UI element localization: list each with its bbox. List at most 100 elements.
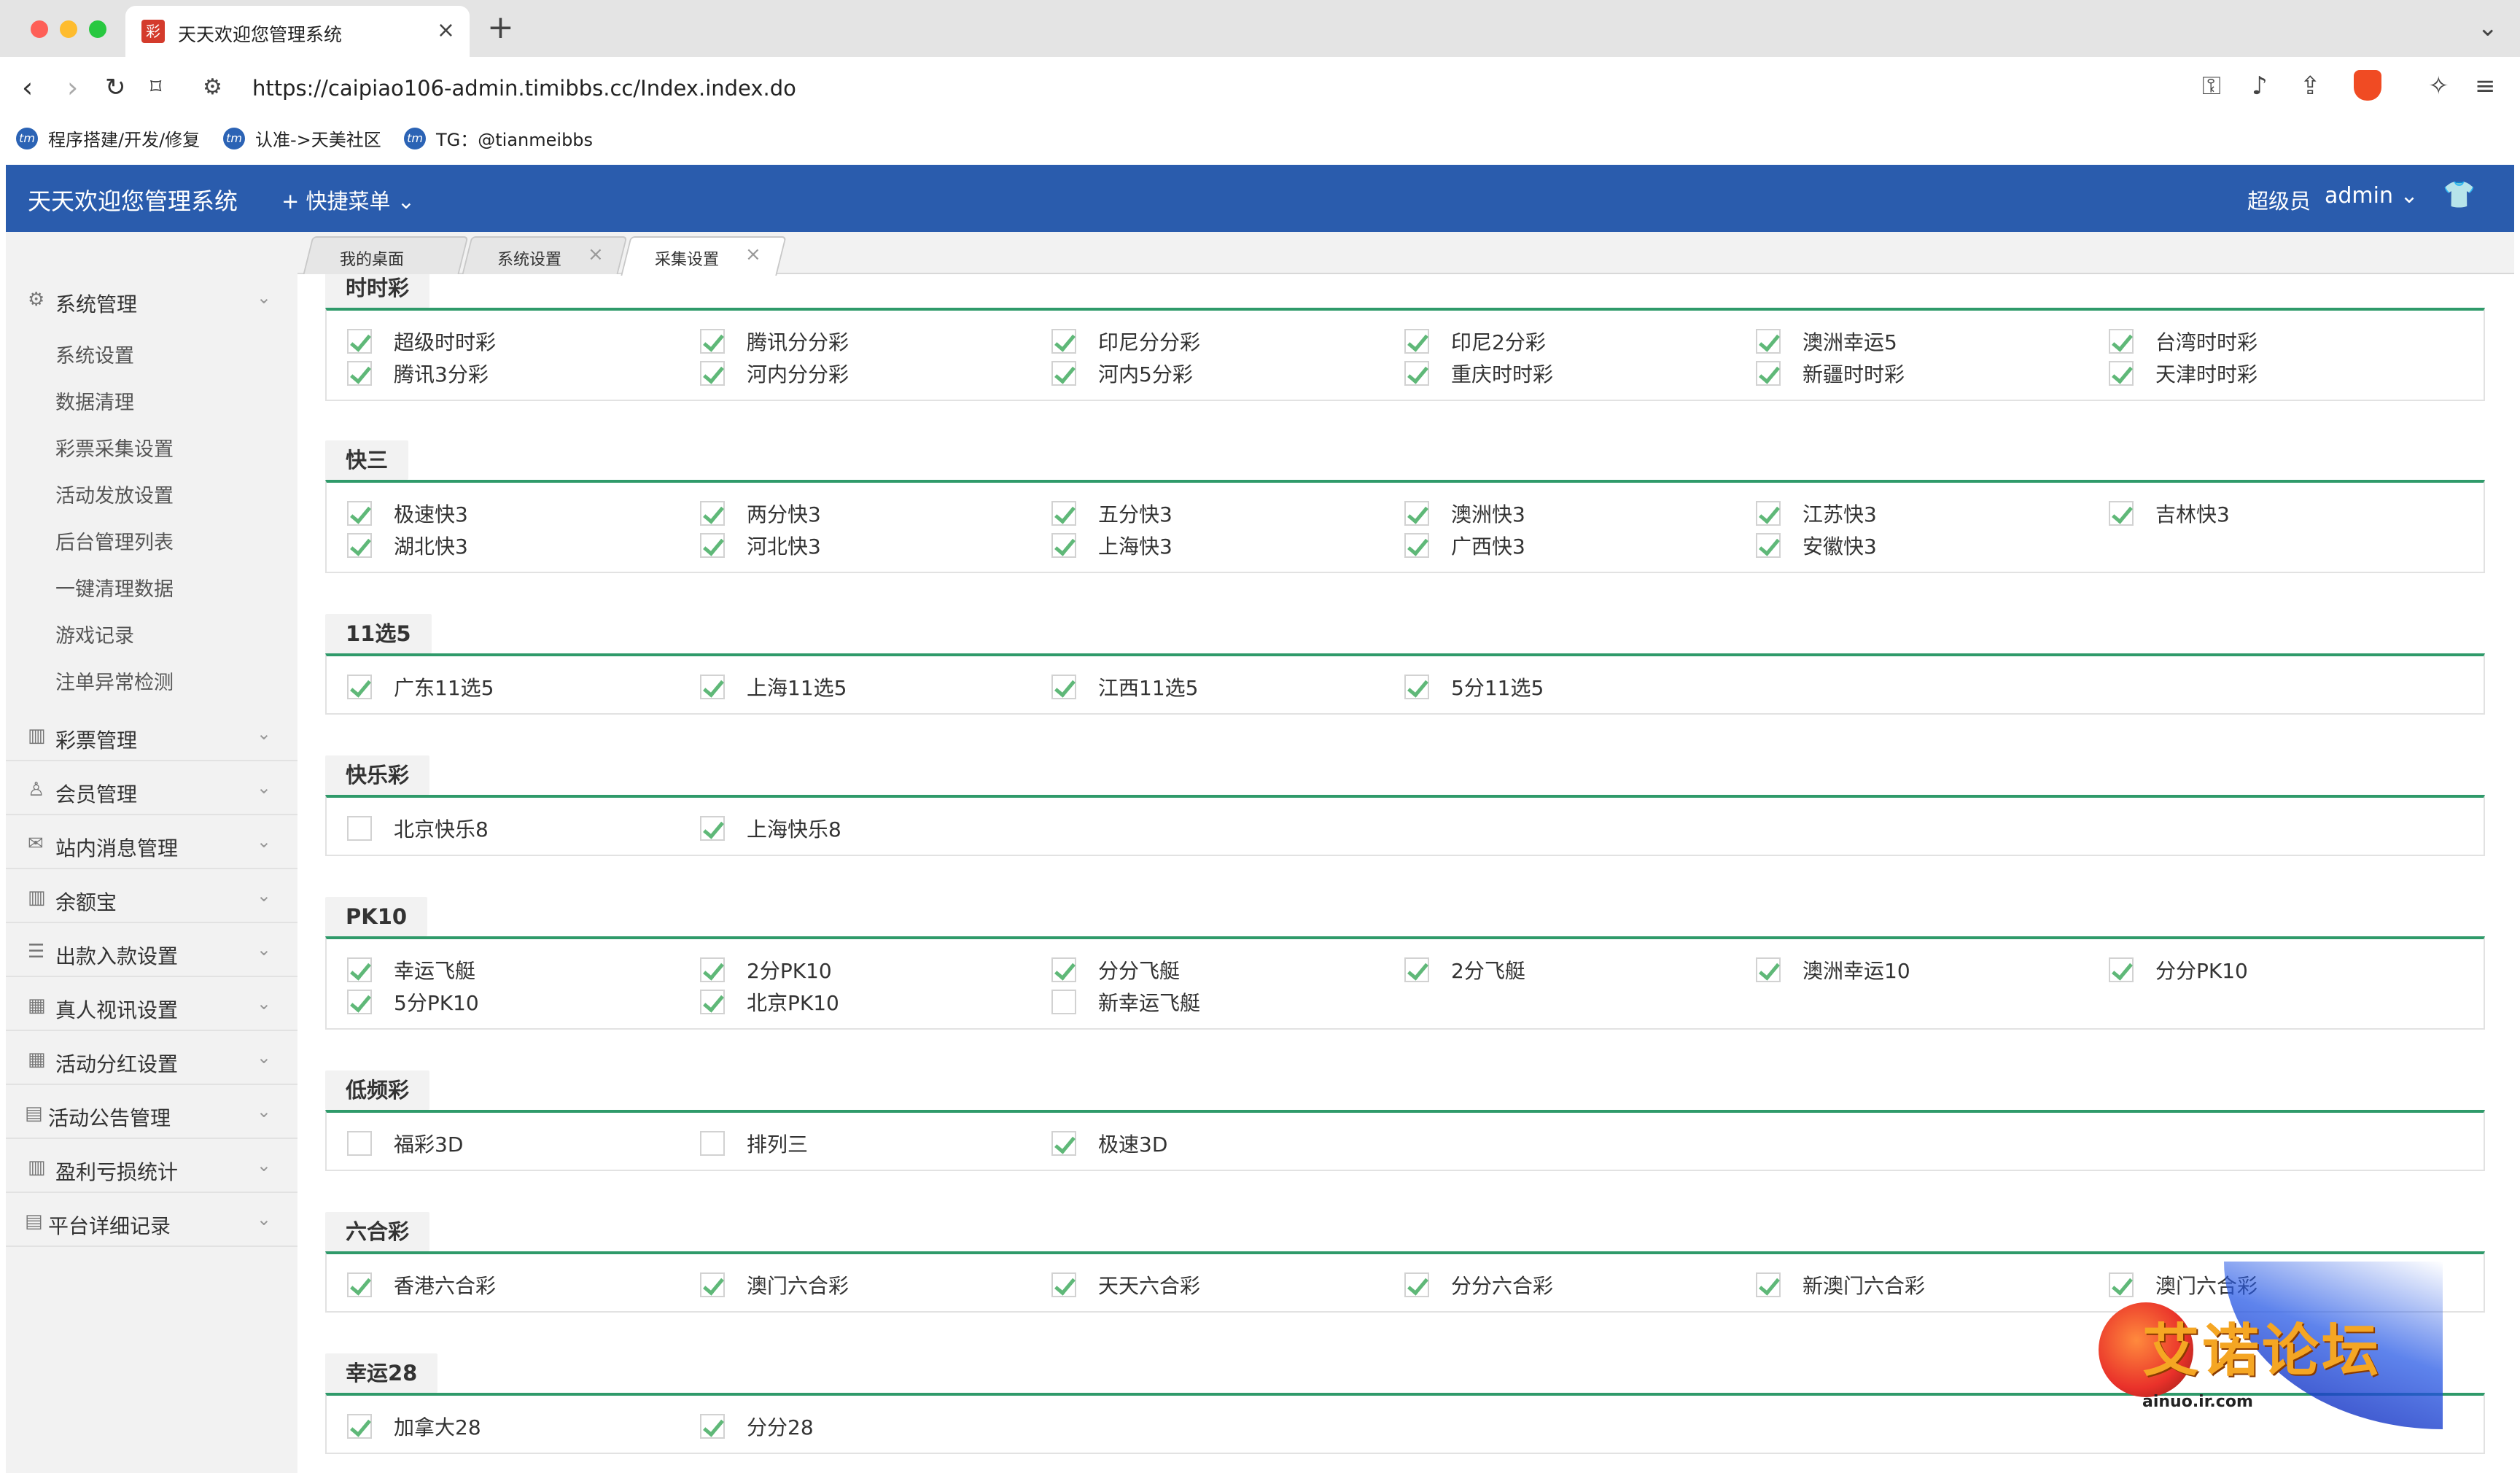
lottery-checkbox-item[interactable]: 澳洲幸运10 bbox=[1756, 955, 1910, 984]
checkbox-checked[interactable] bbox=[347, 990, 372, 1014]
checkbox-checked[interactable] bbox=[700, 1272, 725, 1297]
checkbox-checked[interactable] bbox=[1051, 533, 1076, 558]
lottery-checkbox-item[interactable]: 2分飞艇 bbox=[1404, 955, 1525, 984]
share-icon[interactable]: ⇪ bbox=[2300, 71, 2321, 101]
lottery-checkbox-item[interactable]: 安徽快3 bbox=[1756, 531, 1877, 560]
sidebar-item-bet-anomaly[interactable]: 注单异常检测 bbox=[55, 666, 174, 695]
checkbox-checked[interactable] bbox=[700, 675, 725, 699]
bookmark-item[interactable]: tm 程序搭建/开发/修复 bbox=[16, 125, 200, 151]
lottery-checkbox-item[interactable]: 河北快3 bbox=[700, 531, 821, 560]
checkbox-checked[interactable] bbox=[1051, 675, 1076, 699]
lottery-checkbox-item[interactable]: 河内分分彩 bbox=[700, 359, 849, 388]
checkbox-unchecked[interactable] bbox=[700, 1131, 725, 1156]
checkbox-checked[interactable] bbox=[1404, 957, 1429, 982]
lottery-checkbox-item[interactable]: 分分六合彩 bbox=[1404, 1270, 1553, 1299]
lottery-checkbox-item[interactable]: 排列三 bbox=[700, 1129, 808, 1158]
lottery-checkbox-item[interactable]: 广东11选5 bbox=[347, 672, 494, 701]
key-icon[interactable]: ⚿ bbox=[2202, 71, 2221, 101]
checkbox-checked[interactable] bbox=[347, 361, 372, 386]
checkbox-checked[interactable] bbox=[1404, 533, 1429, 558]
checkbox-checked[interactable] bbox=[700, 361, 725, 386]
checkbox-checked[interactable] bbox=[700, 957, 725, 982]
checkbox-checked[interactable] bbox=[1404, 361, 1429, 386]
checkbox-checked[interactable] bbox=[1756, 533, 1781, 558]
sidebar-item-lottery-collect[interactable]: 彩票采集设置 bbox=[55, 433, 174, 462]
lottery-checkbox-item[interactable]: 台湾时时彩 bbox=[2109, 327, 2258, 356]
sidebar-group-activity-bonus[interactable]: ▦ 活动分红设置 ⌄ bbox=[6, 1033, 298, 1085]
checkbox-checked[interactable] bbox=[347, 957, 372, 982]
lottery-checkbox-item[interactable]: 新幸运飞艇 bbox=[1051, 987, 1200, 1017]
checkbox-checked[interactable] bbox=[1051, 1272, 1076, 1297]
sidebar-item-game-records[interactable]: 游戏记录 bbox=[55, 620, 134, 648]
checkbox-checked[interactable] bbox=[2109, 361, 2134, 386]
lottery-checkbox-item[interactable]: 印尼分分彩 bbox=[1051, 327, 1200, 356]
sidebar-item-one-click-clear[interactable]: 一键清理数据 bbox=[55, 573, 174, 602]
quick-menu-button[interactable]: + 快捷菜单 ⌄ bbox=[281, 184, 415, 215]
lottery-checkbox-item[interactable]: 2分PK10 bbox=[700, 955, 832, 984]
bookmark-icon[interactable]: ⌑ bbox=[150, 73, 161, 102]
bookmark-item[interactable]: tm 认准->天美社区 bbox=[223, 125, 381, 151]
checkbox-checked[interactable] bbox=[1756, 1272, 1781, 1297]
checkbox-checked[interactable] bbox=[1051, 1131, 1076, 1156]
lottery-checkbox-item[interactable]: 香港六合彩 bbox=[347, 1270, 496, 1299]
new-tab-button[interactable]: + bbox=[487, 9, 514, 46]
back-icon[interactable]: ‹ bbox=[22, 73, 33, 102]
checkbox-checked[interactable] bbox=[1756, 329, 1781, 354]
checkbox-checked[interactable] bbox=[700, 329, 725, 354]
checkbox-checked[interactable] bbox=[347, 1272, 372, 1297]
address-bar[interactable]: ⚙ https://caipiao106-admin.timibbs.cc/In… bbox=[195, 66, 2412, 109]
checkbox-checked[interactable] bbox=[347, 533, 372, 558]
lottery-checkbox-item[interactable]: 极速快3 bbox=[347, 499, 468, 528]
reload-icon[interactable]: ↻ bbox=[105, 73, 126, 102]
close-icon[interactable]: × bbox=[588, 244, 604, 265]
checkbox-checked[interactable] bbox=[700, 501, 725, 526]
checkbox-checked[interactable] bbox=[347, 501, 372, 526]
lottery-checkbox-item[interactable]: 幸运飞艇 bbox=[347, 955, 475, 984]
checkbox-checked[interactable] bbox=[1051, 501, 1076, 526]
lottery-checkbox-item[interactable]: 湖北快3 bbox=[347, 531, 468, 560]
lottery-checkbox-item[interactable]: 5分11选5 bbox=[1404, 672, 1544, 701]
lottery-checkbox-item[interactable]: 上海11选5 bbox=[700, 672, 847, 701]
checkbox-checked[interactable] bbox=[347, 675, 372, 699]
lottery-checkbox-item[interactable]: 五分快3 bbox=[1051, 499, 1172, 528]
chevron-down-icon[interactable]: ⌄ bbox=[2478, 13, 2499, 42]
bookmark-item[interactable]: tm TG：@tianmeibbs bbox=[404, 125, 593, 151]
close-tab-icon[interactable]: × bbox=[437, 18, 455, 43]
close-window-button[interactable] bbox=[31, 20, 48, 38]
sidebar-group-lottery[interactable]: ▥ 彩票管理 ⌄ bbox=[6, 709, 298, 761]
sidebar-item-data-cleanup[interactable]: 数据清理 bbox=[55, 386, 134, 415]
checkbox-checked[interactable] bbox=[700, 990, 725, 1014]
lottery-checkbox-item[interactable]: 加拿大28 bbox=[347, 1412, 481, 1441]
checkbox-checked[interactable] bbox=[1756, 957, 1781, 982]
lottery-checkbox-item[interactable]: 分分飞艇 bbox=[1051, 955, 1180, 984]
lottery-checkbox-item[interactable]: 上海快乐8 bbox=[700, 814, 841, 843]
lottery-checkbox-item[interactable]: 分分PK10 bbox=[2109, 955, 2248, 984]
lottery-checkbox-item[interactable]: 腾讯分分彩 bbox=[700, 327, 849, 356]
checkbox-checked[interactable] bbox=[700, 816, 725, 841]
checkbox-unchecked[interactable] bbox=[347, 816, 372, 841]
sidebar-group-announcements[interactable]: ▤ 活动公告管理 ⌄ bbox=[6, 1087, 298, 1139]
sidebar-group-yuebao[interactable]: ▥ 余额宝 ⌄ bbox=[6, 871, 298, 923]
lottery-checkbox-item[interactable]: 广西快3 bbox=[1404, 531, 1525, 560]
lottery-checkbox-item[interactable]: 北京快乐8 bbox=[347, 814, 489, 843]
lottery-checkbox-item[interactable]: 北京PK10 bbox=[700, 987, 839, 1017]
sidebar-group-messages[interactable]: ✉ 站内消息管理 ⌄ bbox=[6, 817, 298, 869]
checkbox-unchecked[interactable] bbox=[347, 1131, 372, 1156]
sidebar-item-activity-payout[interactable]: 活动发放设置 bbox=[55, 480, 174, 508]
lottery-checkbox-item[interactable]: 腾讯3分彩 bbox=[347, 359, 489, 388]
lottery-checkbox-item[interactable]: 澳洲快3 bbox=[1404, 499, 1525, 528]
checkbox-checked[interactable] bbox=[1404, 675, 1429, 699]
checkbox-checked[interactable] bbox=[1051, 361, 1076, 386]
sidebar-item-admin-list[interactable]: 后台管理列表 bbox=[55, 526, 174, 555]
lottery-checkbox-item[interactable]: 澳洲幸运5 bbox=[1756, 327, 1897, 356]
lottery-checkbox-item[interactable]: 天天六合彩 bbox=[1051, 1270, 1200, 1299]
lottery-checkbox-item[interactable]: 新澳门六合彩 bbox=[1756, 1270, 1925, 1299]
checkbox-checked[interactable] bbox=[700, 1414, 725, 1439]
checkbox-checked[interactable] bbox=[347, 329, 372, 354]
checkbox-checked[interactable] bbox=[1756, 501, 1781, 526]
close-icon[interactable]: × bbox=[745, 244, 761, 265]
checkbox-checked[interactable] bbox=[1756, 361, 1781, 386]
brave-shield-icon[interactable] bbox=[2354, 70, 2381, 101]
lottery-checkbox-item[interactable]: 河内5分彩 bbox=[1051, 359, 1193, 388]
checkbox-checked[interactable] bbox=[2109, 329, 2134, 354]
